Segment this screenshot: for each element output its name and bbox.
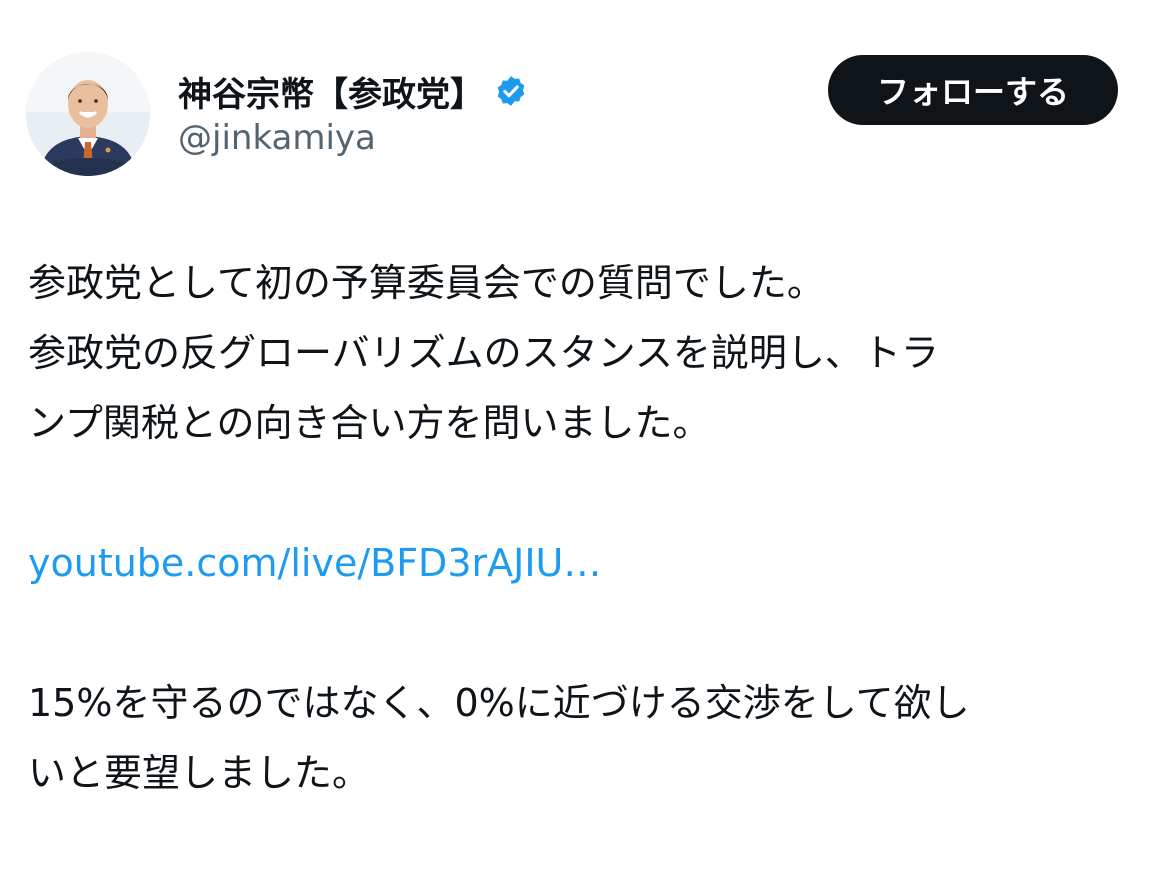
- post-text-line: 15%を守るのではなく、0%に近づける交渉をして欲し: [28, 681, 970, 725]
- author-name-row: 神谷宗幣【参政党】: [178, 66, 528, 116]
- youtube-link[interactable]: youtube.com/live/BFD3rAJIU…: [28, 541, 601, 585]
- author-display-name[interactable]: 神谷宗幣【参政党】: [178, 67, 484, 116]
- post-text: 参政党として初の予算委員会での質問でした。 参政党の反グローバリズムのスタンスを…: [28, 248, 1148, 808]
- post-text-line: 参政党の反グローバリズムのスタンスを説明し、トラ: [28, 331, 939, 375]
- verified-badge-icon[interactable]: [494, 74, 528, 108]
- post-card: 神谷宗幣【参政党】 @jinkamiya フォローする 参政党として初の予算委員…: [0, 0, 1169, 873]
- author-handle[interactable]: @jinkamiya: [178, 118, 376, 158]
- post-text-line: 参政党として初の予算委員会での質問でした。: [28, 261, 825, 305]
- profile-photo-icon: [26, 52, 150, 176]
- avatar[interactable]: [26, 52, 150, 176]
- follow-button[interactable]: フォローする: [828, 55, 1118, 125]
- post-text-line: いと要望しました。: [28, 751, 371, 795]
- post-text-line: ンプ関税との向き合い方を問いました。: [28, 401, 711, 445]
